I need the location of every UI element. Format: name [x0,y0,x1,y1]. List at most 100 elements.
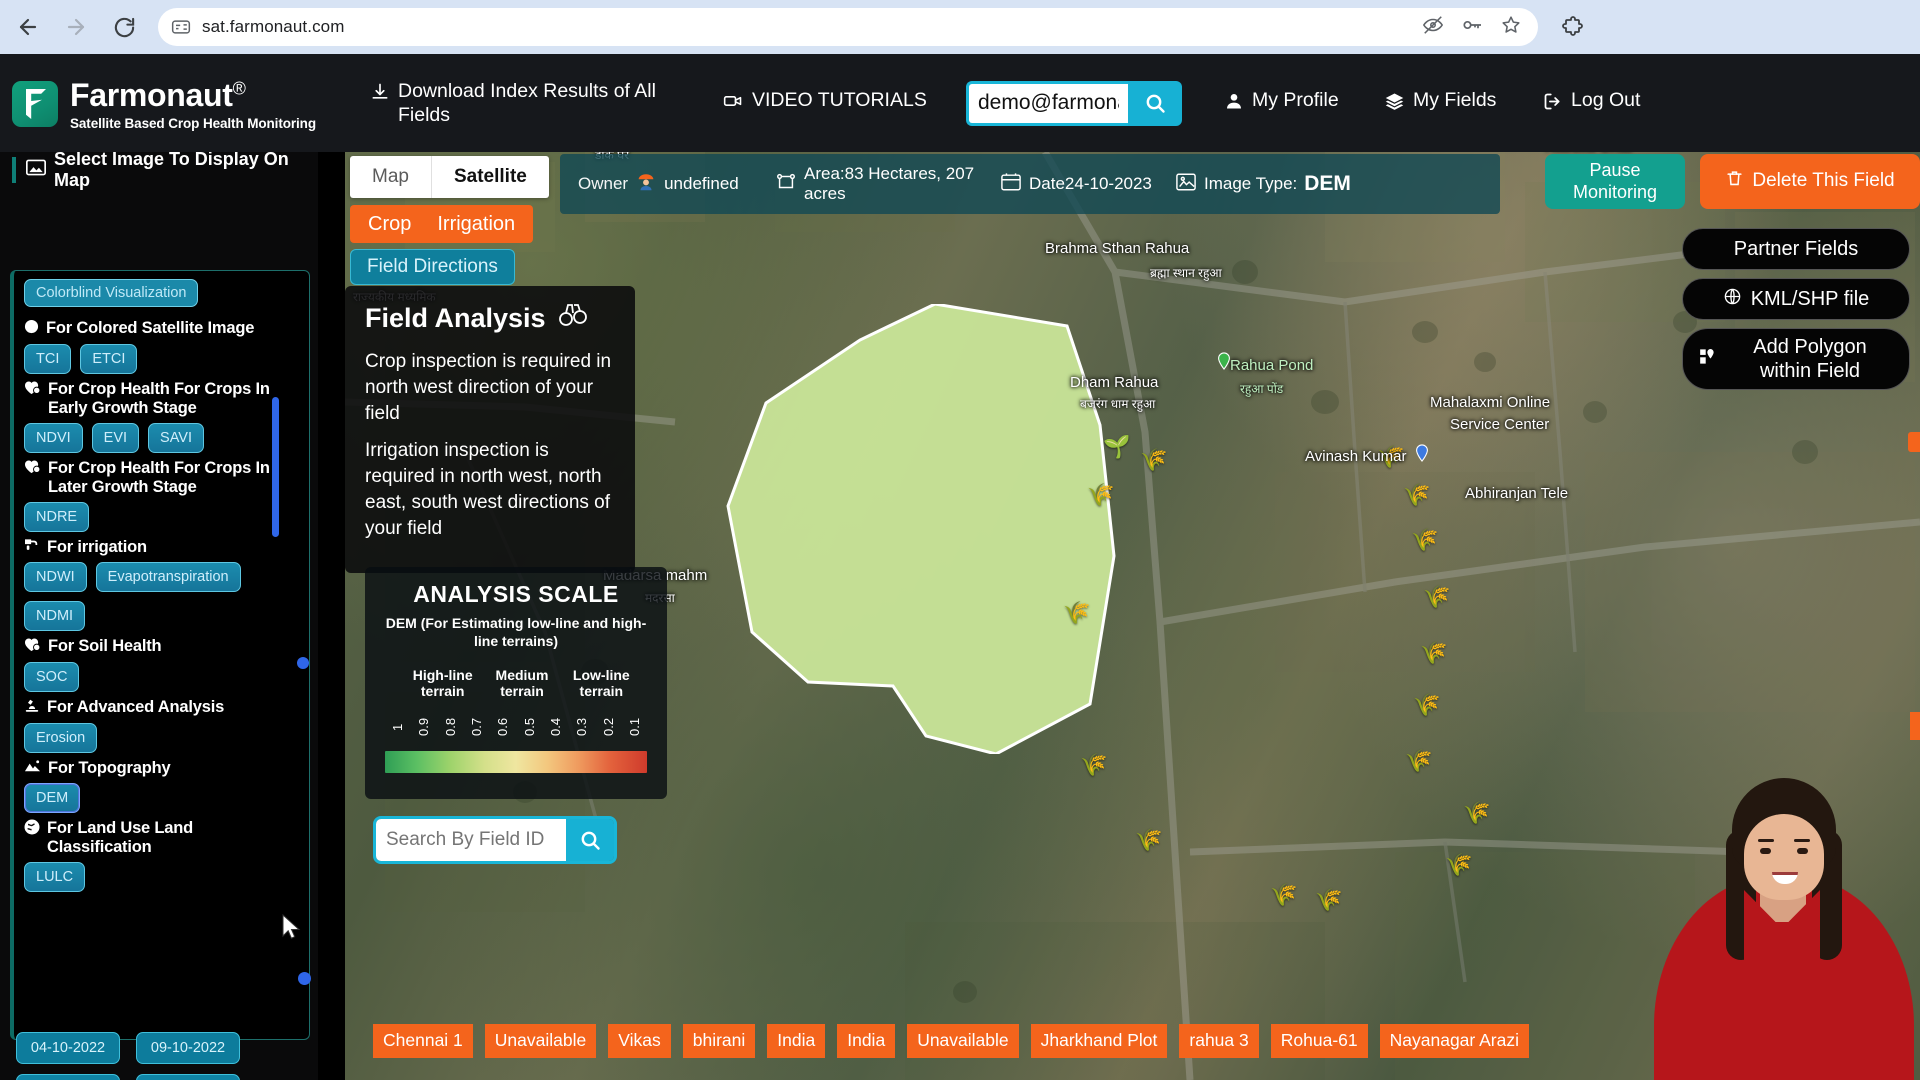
field-chip[interactable]: Unavailable [484,1024,597,1058]
sidebar-scrollbar[interactable] [272,397,279,537]
date-chip[interactable]: 04-10-2022 [16,1032,120,1064]
map-viewport[interactable]: 🌱 🌾 🌾 🌾 🌾 🌾 🌾 🌾 🌾 🌾 🌾 🌾 🌾 🌾 🌾 🌾 🌾 डाक घर… [345,152,1920,1080]
video-camera-icon [722,91,744,117]
index-pill-evapotranspiration[interactable]: Evapotranspiration [95,561,241,592]
forward-arrow-icon [56,7,96,47]
address-bar[interactable]: sat.farmonaut.com [158,8,1538,46]
presenter-face [1744,814,1824,900]
field-chip[interactable]: India [837,1024,896,1058]
field-id-search-button[interactable] [566,819,614,861]
field-chip[interactable]: Rohua-61 [1270,1024,1368,1058]
date-chip[interactable]: 09-10-2022 [136,1032,240,1064]
right-edge-tab-upper[interactable] [1908,432,1920,452]
scale-tick: 0.9 [416,718,432,737]
field-id-search[interactable] [373,816,617,864]
presenter-video-overlay[interactable] [1648,750,1920,1080]
heart-plant-icon [24,380,41,400]
image-icon [26,159,46,181]
index-pill-tci[interactable]: TCI [24,343,72,374]
field-chip[interactable]: rahua 3 [1179,1024,1259,1058]
index-pill-ndvi[interactable]: NDVI [24,422,83,453]
header-search[interactable] [966,80,1182,126]
field-id-search-input[interactable] [376,819,566,861]
pause-monitoring-button[interactable]: Pause Monitoring [1545,154,1685,209]
download-index-results-button[interactable]: Download Index Results of All Fields [370,79,670,128]
date-chip[interactable]: 19-10-2022 [136,1074,240,1080]
kml-shp-label: KML/SHP file [1750,288,1870,310]
presenter-eye-left [1760,848,1771,854]
header-search-button[interactable] [1128,80,1182,126]
brand-name: Farmonaut® [70,77,246,114]
kml-shp-file-button[interactable]: KML/SHP file [1682,278,1910,320]
scroll-indicator-dot-lower[interactable] [298,972,311,985]
map-type-map[interactable]: Map [350,156,431,198]
field-chip[interactable]: bhirani [682,1024,756,1058]
scroll-indicator-dot[interactable] [297,657,309,669]
incognito-blocked-icon[interactable] [1422,14,1444,41]
crop-marker-icon: 🌾 [1140,447,1168,472]
owner-value: undefined [664,174,739,194]
colorblind-visualization-button[interactable]: Colorblind Visualization [24,279,199,307]
field-chip[interactable]: Jharkhand Plot [1030,1024,1168,1058]
farmonaut-logo-icon [12,81,58,127]
scale-tick: 0.4 [547,718,563,737]
reload-icon[interactable] [104,7,144,47]
group-label-text: For irrigation [47,537,147,556]
index-pill-etci[interactable]: ETCI [80,343,138,374]
back-arrow-icon[interactable] [8,7,48,47]
brand[interactable]: Farmonaut® Satellite Based Crop Health M… [0,75,360,131]
index-pill-ndwi[interactable]: NDWI [24,561,87,592]
index-pill-savi[interactable]: SAVI [148,422,204,453]
partner-fields-button[interactable]: Partner Fields [1682,228,1910,270]
site-settings-icon[interactable] [168,14,194,40]
date-chip[interactable]: 14-10-2022 [16,1074,120,1080]
index-pill-evi[interactable]: EVI [91,422,140,453]
person-icon [1224,91,1244,117]
group-label-advanced-analysis: For Advanced Analysis [24,698,299,718]
delete-field-button[interactable]: Delete This Field [1700,154,1920,209]
index-pill-ndre[interactable]: NDRE [24,501,90,532]
add-polygon-button[interactable]: Add Polygon within Field [1682,328,1910,390]
field-chip[interactable]: India [767,1024,826,1058]
index-pill-soc[interactable]: SOC [24,661,80,692]
date-list: 04-10-2022 09-10-2022 14-10-2022 19-10-2… [16,1032,246,1080]
crop-marker-icon: 🌾 [1087,482,1115,507]
crop-tab-label[interactable]: Crop [368,213,411,236]
faucet-icon [24,538,40,557]
field-chip[interactable]: Chennai 1 [373,1024,473,1058]
my-fields-button[interactable]: My Fields [1384,88,1514,118]
scale-gradient-bar [385,751,647,774]
email-search-input[interactable] [966,80,1128,126]
map-type-satellite[interactable]: Satellite [430,156,549,198]
video-tutorials-button[interactable]: VIDEO TUTORIALS [722,88,932,117]
crop-marker-icon: 🌾 [1080,752,1108,777]
my-profile-button[interactable]: My Profile [1224,88,1364,117]
my-profile-label: My Profile [1252,89,1339,112]
map-type-toggle[interactable]: Map Satellite [350,156,549,198]
download-icon [370,82,390,108]
crop-marker-icon: 🌾 [1270,882,1298,907]
index-pill-dem[interactable]: DEM [24,782,81,813]
bookmark-star-icon[interactable] [1500,14,1522,41]
extensions-icon[interactable] [1556,10,1590,44]
index-pill-erosion[interactable]: Erosion [24,722,98,753]
logout-button[interactable]: Log Out [1542,88,1662,118]
field-directions-button[interactable]: Field Directions [350,249,515,285]
globe-icon [24,819,40,840]
index-pill-ndmi[interactable]: NDMI [24,600,86,631]
crop-marker-icon: 🌾 [1413,692,1441,717]
my-fields-label: My Fields [1413,88,1497,111]
crop-irrigation-toggle[interactable]: Crop Irrigation [350,205,534,243]
field-chip[interactable]: Nayanagar Arazi [1379,1024,1530,1058]
irrigation-tab-label[interactable]: Irrigation [437,213,515,236]
presenter-brow-left [1758,839,1774,842]
field-chip[interactable]: Vikas [608,1024,671,1058]
field-chip[interactable]: Unavailable [907,1024,1019,1058]
pill-row-lulc: LULC [24,861,299,892]
password-key-icon[interactable] [1460,13,1484,42]
index-pill-lulc[interactable]: LULC [24,861,86,892]
select-image-header: Select Image To Display On Map [12,152,312,190]
group-label-soil-health: For Soil Health [24,637,299,657]
right-edge-tab[interactable] [1910,712,1920,740]
owner-info: Owner undefined [560,171,775,198]
